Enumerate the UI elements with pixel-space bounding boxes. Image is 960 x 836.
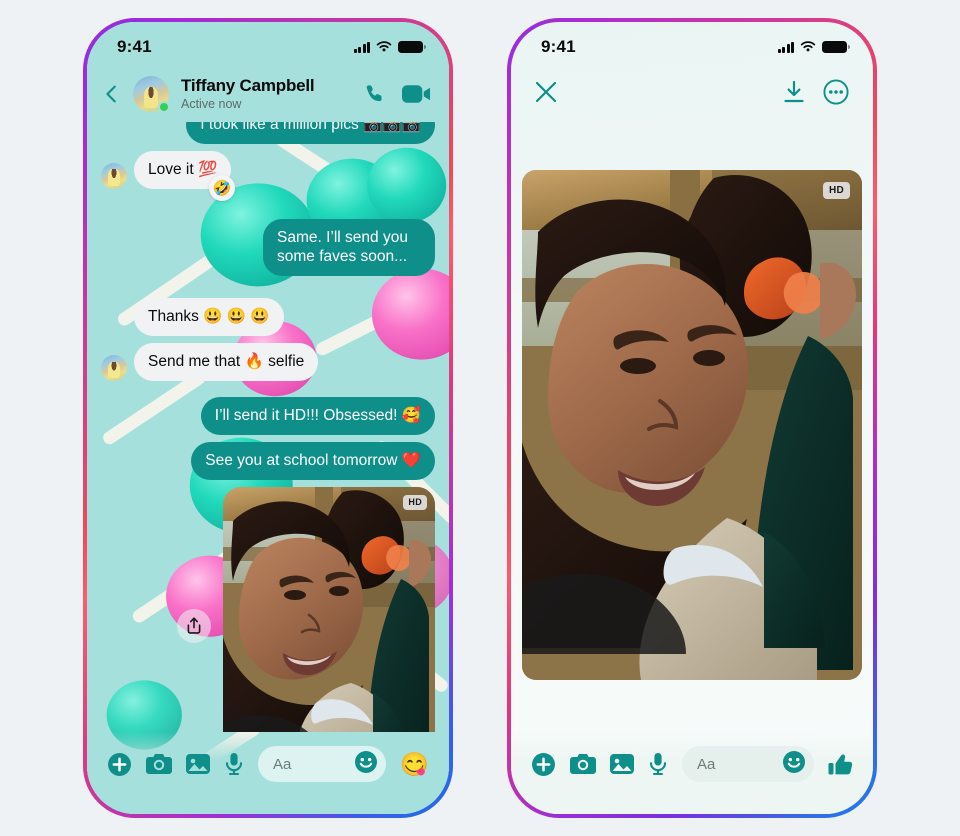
contact-name: Tiffany Campbell xyxy=(181,75,315,95)
hd-quality-badge: HD xyxy=(403,494,427,510)
status-time: 9:41 xyxy=(541,37,576,56)
message-composer-left: Aa 😋 xyxy=(87,732,449,814)
chat-screen: 9:41 Tiffany Campbell Active now I took … xyxy=(87,22,449,814)
thumbs-up-icon[interactable] xyxy=(828,752,853,777)
selfie-photo-thumbnail[interactable]: HD xyxy=(223,486,435,732)
emoji-smiley-icon[interactable] xyxy=(782,750,806,779)
message-input-left[interactable]: Aa xyxy=(258,746,387,782)
status-time: 9:41 xyxy=(117,37,152,56)
message-row: See you at school tomorrow ❤️ xyxy=(101,441,435,480)
contact-info[interactable]: Tiffany Campbell Active now xyxy=(181,76,353,113)
message-input-right[interactable]: Aa xyxy=(682,746,814,782)
avatar-spacer xyxy=(101,310,127,336)
online-status-dot xyxy=(158,101,170,113)
message-row: Send me that 🔥 selfie xyxy=(101,343,435,381)
quick-emoji-button[interactable]: 😋 xyxy=(400,752,429,776)
download-icon[interactable] xyxy=(783,80,805,104)
close-x-icon[interactable] xyxy=(535,81,557,103)
viewer-actions xyxy=(783,79,849,105)
plus-circle-icon[interactable] xyxy=(531,752,556,777)
selfie-image xyxy=(223,486,435,732)
viewer-toolbar xyxy=(511,66,873,118)
message-input-placeholder: Aa xyxy=(273,755,292,773)
wifi-icon xyxy=(800,41,816,52)
message-row: Love it 💯 🤣 xyxy=(101,150,435,201)
message-row: Thanks 😃 😃 😃 xyxy=(101,298,435,337)
message-bubble-outgoing[interactable]: I took like a million pics 📸📸📸 xyxy=(186,122,435,144)
contact-presence-label: Active now xyxy=(181,97,242,112)
microphone-icon[interactable] xyxy=(648,752,668,776)
wifi-icon xyxy=(376,41,392,52)
status-indicators xyxy=(777,41,850,53)
message-bubble-outgoing[interactable]: Same. I’ll send you some faves soon... xyxy=(263,218,435,277)
message-bubble-outgoing[interactable]: See you at school tomorrow ❤️ xyxy=(191,441,435,480)
camera-icon[interactable] xyxy=(146,753,172,775)
phones-stage: 9:41 Tiffany Campbell Active now I took … xyxy=(0,0,960,836)
message-row: I took like a million pics 📸📸📸 xyxy=(101,122,435,144)
status-bar-right: 9:41 xyxy=(511,22,873,66)
emoji-smiley-icon[interactable] xyxy=(354,750,378,779)
battery-full-icon xyxy=(822,41,850,53)
video-call-icon[interactable] xyxy=(402,83,431,105)
plus-circle-icon[interactable] xyxy=(107,752,132,777)
sender-avatar xyxy=(101,162,127,189)
more-options-icon[interactable] xyxy=(823,79,849,105)
hd-quality-badge: HD xyxy=(822,182,850,199)
message-row: Same. I’ll send you some faves soon... xyxy=(101,218,435,277)
message-bubble-incoming[interactable]: Thanks 😃 😃 😃 xyxy=(134,298,284,337)
photo-gallery-icon[interactable] xyxy=(186,753,210,775)
message-bubble-incoming[interactable]: Send me that 🔥 selfie xyxy=(134,343,319,381)
message-list[interactable]: I took like a million pics 📸📸📸 Love it 💯… xyxy=(87,122,449,732)
signal-bars-icon xyxy=(353,41,370,53)
microphone-icon[interactable] xyxy=(224,752,244,776)
camera-icon[interactable] xyxy=(570,753,596,775)
phone-left-frame: 9:41 Tiffany Campbell Active now I took … xyxy=(83,18,453,818)
message-reaction-badge[interactable]: 🤣 xyxy=(209,174,235,201)
signal-bars-icon xyxy=(777,41,794,53)
share-upload-icon[interactable] xyxy=(177,608,211,643)
viewer-photo-area: HD xyxy=(511,118,873,732)
sender-avatar xyxy=(101,354,127,381)
selfie-image xyxy=(522,170,862,680)
chat-header: Tiffany Campbell Active now xyxy=(87,66,449,122)
header-actions xyxy=(363,82,431,107)
message-composer-right: Aa xyxy=(511,732,873,814)
photo-gallery-icon[interactable] xyxy=(610,753,634,775)
phone-right-frame: 9:41 HD Aa xyxy=(507,18,877,818)
battery-full-icon xyxy=(398,41,426,53)
selfie-photo-fullscreen[interactable]: HD xyxy=(522,170,862,680)
message-input-placeholder: Aa xyxy=(697,755,716,773)
phone-call-icon[interactable] xyxy=(363,82,388,107)
status-indicators xyxy=(353,41,426,53)
contact-avatar[interactable] xyxy=(133,76,170,113)
status-bar-left: 9:41 xyxy=(87,22,449,66)
photo-viewer-screen: 9:41 HD Aa xyxy=(511,22,873,814)
message-row: I’ll send it HD!!! Obsessed! 🥰 xyxy=(101,396,435,435)
back-chevron-icon[interactable] xyxy=(101,83,123,105)
message-bubble-outgoing[interactable]: I’ll send it HD!!! Obsessed! 🥰 xyxy=(200,396,435,435)
photo-attachment-row: HD xyxy=(101,486,435,732)
